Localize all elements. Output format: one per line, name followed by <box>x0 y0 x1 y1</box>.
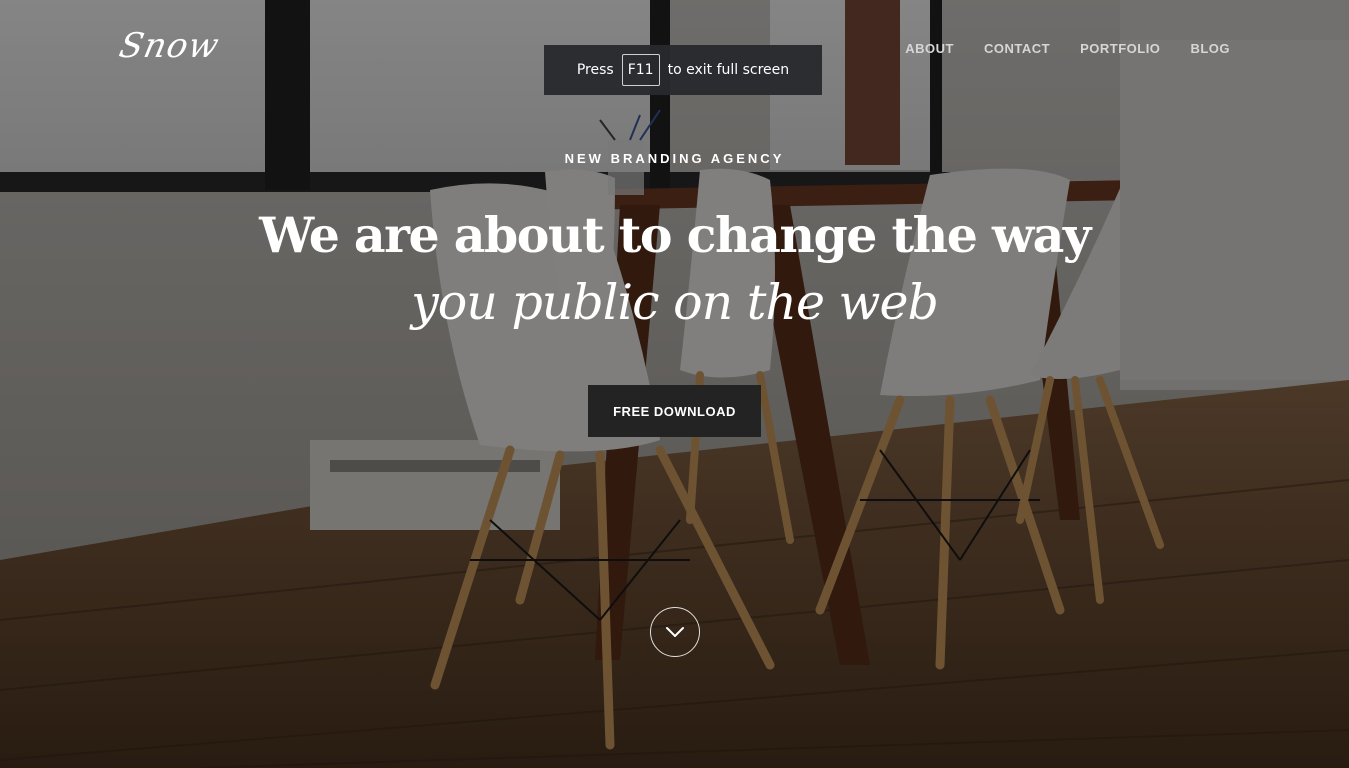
nav-item-contact[interactable]: CONTACT <box>984 41 1050 56</box>
nav-item-blog[interactable]: BLOG <box>1190 41 1230 56</box>
fullscreen-notice-suffix: to exit full screen <box>667 62 790 78</box>
free-download-button[interactable]: FREE DOWNLOAD <box>588 385 761 437</box>
main-nav: ABOUT CONTACT PORTFOLIO BLOG <box>905 41 1230 56</box>
nav-item-about[interactable]: ABOUT <box>905 41 954 56</box>
brand-logo[interactable]: Snow <box>116 26 223 66</box>
fullscreen-notice-prefix: Press <box>576 62 614 78</box>
scroll-down-button[interactable] <box>650 607 700 657</box>
hero-headline-line2: you public on the web <box>411 274 939 331</box>
hero-eyebrow: NEW BRANDING AGENCY <box>564 151 785 166</box>
nav-item-portfolio[interactable]: PORTFOLIO <box>1080 41 1160 56</box>
chevron-down-icon <box>666 627 684 637</box>
hero-section: Snow ABOUT CONTACT PORTFOLIO BLOG Press … <box>0 0 1349 768</box>
hero-headline-line1: We are about to change the way <box>259 206 1091 264</box>
fullscreen-exit-notice: Press F11 to exit full screen <box>544 45 822 95</box>
fullscreen-notice-key: F11 <box>621 54 660 86</box>
